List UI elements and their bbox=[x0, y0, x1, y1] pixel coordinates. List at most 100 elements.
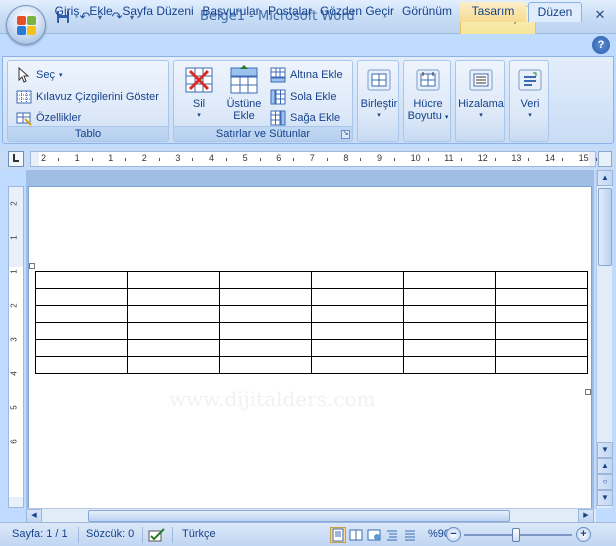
outline-view-icon[interactable] bbox=[384, 527, 400, 543]
table-cell[interactable] bbox=[219, 356, 312, 374]
table-cell[interactable] bbox=[495, 288, 588, 306]
ruler-tick bbox=[360, 158, 362, 161]
table-cell[interactable] bbox=[35, 305, 128, 323]
table-cell[interactable] bbox=[495, 339, 588, 357]
view-ruler-icon[interactable] bbox=[598, 151, 612, 167]
insert-left-button[interactable]: Sola Ekle bbox=[270, 87, 336, 107]
table-cell[interactable] bbox=[35, 288, 128, 306]
table-cell[interactable] bbox=[127, 339, 220, 357]
table-cell[interactable] bbox=[311, 356, 404, 374]
table-cell[interactable] bbox=[311, 305, 404, 323]
insert-above-button[interactable]: Üstüne Ekle bbox=[224, 65, 264, 122]
tab-basvurular[interactable]: Başvurular bbox=[200, 2, 262, 22]
tab-postalar[interactable]: Postalar bbox=[266, 2, 314, 22]
table-cell[interactable] bbox=[35, 322, 128, 340]
zoom-slider-thumb[interactable] bbox=[512, 528, 520, 542]
table-cell[interactable] bbox=[495, 271, 588, 289]
word-count[interactable]: Sözcük: 0 bbox=[86, 528, 134, 540]
vertical-ruler[interactable]: 2 1 1 2 3 4 5 6 bbox=[8, 186, 24, 508]
tab-gozden-gecir[interactable]: Gözden Geçir bbox=[318, 2, 396, 22]
merge-button[interactable]: Birleştir ▾ bbox=[359, 65, 399, 119]
scroll-down-button[interactable]: ▼ bbox=[597, 442, 613, 458]
table-cell[interactable] bbox=[219, 271, 312, 289]
tab-tasarim[interactable]: Tasarım bbox=[460, 2, 526, 22]
table-cell[interactable] bbox=[311, 271, 404, 289]
close-button[interactable]: ✕ bbox=[589, 7, 611, 25]
table-cell[interactable] bbox=[35, 271, 128, 289]
web-layout-view-icon[interactable] bbox=[366, 527, 382, 543]
ruler-tick bbox=[326, 158, 328, 161]
table-cell[interactable] bbox=[403, 322, 496, 340]
select-label: Seç bbox=[36, 69, 55, 81]
table-cell[interactable] bbox=[403, 339, 496, 357]
table-cell[interactable] bbox=[311, 322, 404, 340]
tab-ekle[interactable]: Ekle bbox=[86, 2, 116, 22]
gridlines-icon bbox=[16, 89, 32, 105]
table-cell[interactable] bbox=[127, 322, 220, 340]
page-count[interactable]: Sayfa: 1 / 1 bbox=[12, 528, 68, 540]
next-page-button[interactable]: ▼ bbox=[597, 490, 613, 506]
select-button[interactable]: Seç ▾ bbox=[16, 65, 62, 85]
table-cell[interactable] bbox=[403, 288, 496, 306]
previous-page-button[interactable]: ▲ bbox=[597, 458, 613, 474]
table-cell[interactable] bbox=[35, 356, 128, 374]
proofing-icon[interactable] bbox=[148, 528, 166, 545]
table-cell[interactable] bbox=[495, 356, 588, 374]
table-cell[interactable] bbox=[311, 339, 404, 357]
table-cell[interactable] bbox=[403, 271, 496, 289]
office-button[interactable] bbox=[6, 5, 46, 45]
table-move-handle[interactable] bbox=[29, 263, 35, 269]
tab-selector-button[interactable] bbox=[8, 151, 24, 167]
tab-giris[interactable]: Giriş bbox=[50, 2, 84, 22]
vertical-scrollbar[interactable]: ▲ ▼ ▲ ○ ▼ bbox=[596, 170, 613, 508]
alignment-button[interactable]: Hizalama ▾ bbox=[458, 65, 504, 119]
table-cell[interactable] bbox=[219, 305, 312, 323]
table-cell[interactable] bbox=[495, 322, 588, 340]
data-button[interactable]: Veri ▾ bbox=[511, 65, 549, 119]
insert-right-button[interactable]: Sağa Ekle bbox=[270, 108, 340, 128]
scroll-left-button[interactable]: ◀ bbox=[26, 509, 42, 523]
horizontal-ruler[interactable]: 2 1 1 2 3 4 5 6 7 8 9 10 11 12 13 14 15 bbox=[30, 151, 597, 167]
horizontal-scroll-thumb[interactable] bbox=[88, 510, 510, 522]
table-cell[interactable] bbox=[127, 356, 220, 374]
table-cell[interactable] bbox=[127, 271, 220, 289]
scroll-right-button[interactable]: ▶ bbox=[578, 509, 594, 523]
zoom-in-button[interactable]: + bbox=[576, 527, 591, 542]
table-cell[interactable] bbox=[311, 288, 404, 306]
properties-button[interactable]: Özellikler bbox=[16, 108, 81, 128]
table-cell[interactable] bbox=[219, 339, 312, 357]
ruler-number: 1 bbox=[9, 269, 19, 274]
table-cell[interactable] bbox=[127, 305, 220, 323]
document-table[interactable] bbox=[35, 271, 588, 374]
horizontal-scrollbar[interactable]: ◀ ▶ bbox=[26, 508, 596, 523]
select-browse-object-button[interactable]: ○ bbox=[597, 474, 613, 490]
vertical-scroll-thumb[interactable] bbox=[598, 188, 612, 266]
document-page[interactable]: www.dijitalders.com bbox=[28, 186, 592, 508]
table-cell[interactable] bbox=[219, 288, 312, 306]
table-cell[interactable] bbox=[403, 305, 496, 323]
view-gridlines-button[interactable]: Kılavuz Çizgilerini Göster bbox=[16, 87, 159, 107]
full-screen-reading-view-icon[interactable] bbox=[348, 527, 364, 543]
office-logo-icon bbox=[17, 16, 37, 36]
rows-columns-launcher-icon[interactable]: ↘ bbox=[341, 130, 350, 139]
tab-duzen[interactable]: Düzen bbox=[528, 2, 582, 22]
scroll-up-button[interactable]: ▲ bbox=[597, 170, 613, 186]
print-layout-view-icon[interactable] bbox=[330, 527, 346, 543]
ruler-tick bbox=[158, 158, 160, 161]
table-cell[interactable] bbox=[35, 339, 128, 357]
help-button[interactable]: ? bbox=[592, 36, 610, 54]
language-status[interactable]: Türkçe bbox=[182, 528, 216, 540]
zoom-out-button[interactable]: − bbox=[446, 527, 461, 542]
tab-sayfa-duzeni[interactable]: Sayfa Düzeni bbox=[120, 2, 196, 22]
table-cell[interactable] bbox=[127, 288, 220, 306]
table-resize-handle[interactable] bbox=[585, 389, 591, 395]
cell-size-button[interactable]: Hücre Boyutu ▾ bbox=[406, 65, 450, 122]
tab-gorunum[interactable]: Görünüm bbox=[398, 2, 456, 22]
table-cell[interactable] bbox=[219, 322, 312, 340]
ruler-number: 13 bbox=[511, 153, 522, 163]
insert-below-button[interactable]: Altına Ekle bbox=[270, 65, 343, 85]
draft-view-icon[interactable] bbox=[402, 527, 418, 543]
table-cell[interactable] bbox=[495, 305, 588, 323]
delete-button[interactable]: Sil ▾ bbox=[180, 65, 218, 119]
table-cell[interactable] bbox=[403, 356, 496, 374]
